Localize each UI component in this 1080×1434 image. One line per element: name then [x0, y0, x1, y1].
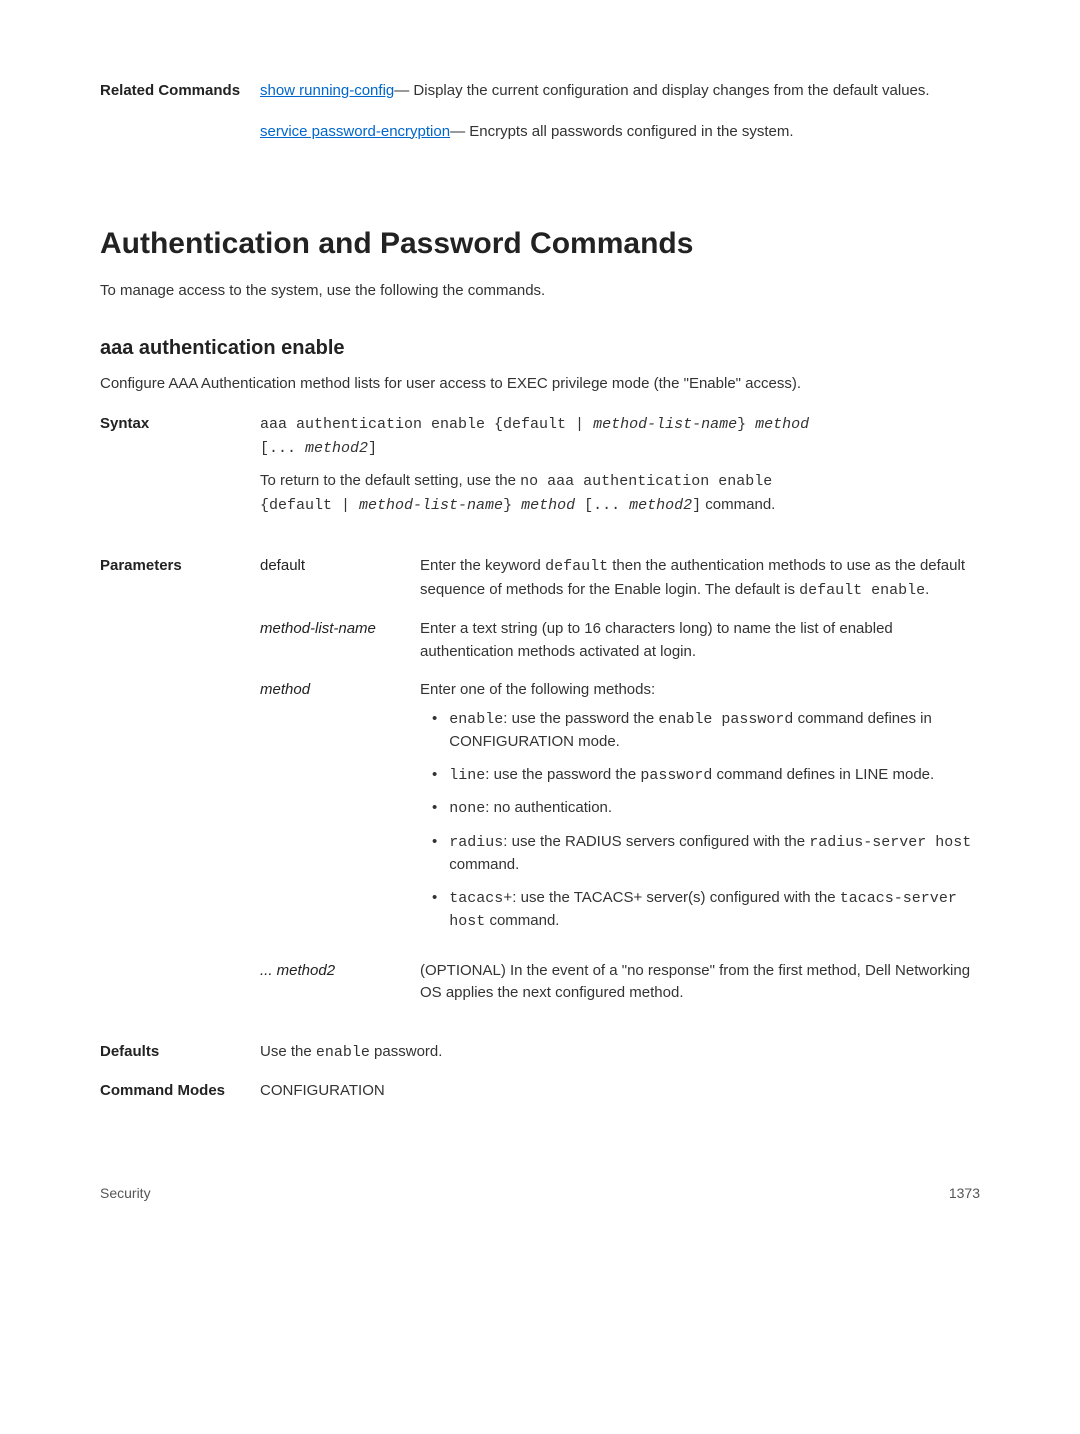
defaults-text: password. [370, 1043, 443, 1060]
syntax-return-text: To return to the default setting, use th… [260, 472, 520, 489]
section-title: Authentication and Password Commands [100, 221, 980, 266]
related-row-2: service password-encryption— Encrypts al… [260, 121, 980, 144]
syntax-command: aaa authentication enable {default | met… [260, 413, 980, 460]
related-row-2-text: — Encrypts all passwords configured in t… [450, 123, 793, 140]
related-commands-desc: show running-config— Display the current… [260, 80, 980, 161]
bullet-dot-icon: • [432, 831, 437, 877]
syntax-return-part: {default | [260, 497, 359, 514]
bullet-tacacs: • tacacs+: use the TACACS+ server(s) con… [420, 887, 980, 934]
param-default-code: default [545, 558, 608, 575]
syntax-return-part: command. [701, 496, 775, 513]
syntax-part: method [755, 416, 809, 433]
section-intro: To manage access to the system, use the … [100, 280, 980, 303]
bullet-code: password [640, 767, 712, 784]
show-running-config-link[interactable]: show running-config [260, 82, 394, 99]
bullet-code: none [449, 800, 485, 817]
bullet-plain: command. [449, 856, 519, 873]
param-desc-method: Enter one of the following methods: • en… [420, 679, 980, 944]
bullet-code: radius-server host [809, 834, 971, 851]
bullet-plain: command. [485, 912, 559, 929]
bullet-dot-icon: • [432, 708, 437, 754]
param-row-method2: ... method2 (OPTIONAL) In the event of a… [260, 960, 980, 1005]
param-row-method: method Enter one of the following method… [260, 679, 980, 944]
param-name-method2: ... method2 [260, 960, 420, 1005]
service-password-encryption-link[interactable]: service password-encryption [260, 123, 450, 140]
param-name-default: default [260, 555, 420, 602]
syntax-part: } [737, 416, 755, 433]
syntax-part: aaa authentication enable {default | [260, 416, 593, 433]
syntax-return: To return to the default setting, use th… [260, 470, 980, 517]
method-intro: Enter one of the following methods: [420, 681, 655, 698]
param-desc-mlname: Enter a text string (up to 16 characters… [420, 618, 980, 663]
bullet-text: tacacs+: use the TACACS+ server(s) confi… [449, 887, 980, 934]
bullet-dot-icon: • [432, 887, 437, 934]
bullet-plain: : use the TACACS+ server(s) configured w… [512, 889, 840, 906]
syntax-return-part: [... [575, 497, 629, 514]
defaults-label: Defaults [100, 1041, 260, 1065]
syntax-content: aaa authentication enable {default | met… [260, 413, 980, 527]
command-modes-label: Command Modes [100, 1080, 260, 1103]
bullet-line: • line: use the password the password co… [420, 764, 980, 788]
subsection-title: aaa authentication enable [100, 333, 980, 363]
command-modes-value: CONFIGURATION [260, 1080, 980, 1103]
bullet-code: radius [449, 834, 503, 851]
related-row-1-text: — Display the current configuration and … [394, 82, 929, 99]
bullet-radius: • radius: use the RADIUS servers configu… [420, 831, 980, 877]
bullet-plain: : no authentication. [485, 799, 612, 816]
subsection-intro: Configure AAA Authentication method list… [100, 373, 980, 396]
bullet-text: enable: use the password the enable pass… [449, 708, 980, 754]
bullet-code: line [449, 767, 485, 784]
param-name-mlname: method-list-name [260, 618, 420, 663]
bullet-plain: : use the password the [503, 710, 658, 727]
related-commands-block: Related Commands show running-config— Di… [100, 80, 980, 161]
syntax-return-part: method-list-name [359, 497, 503, 514]
syntax-return-code: no aaa authentication enable [520, 473, 772, 490]
param-default-text: . [925, 581, 929, 598]
bullet-code: enable password [658, 711, 793, 728]
bullet-dot-icon: • [432, 797, 437, 821]
param-desc-default: Enter the keyword default then the authe… [420, 555, 980, 602]
bullet-code: enable [449, 711, 503, 728]
method-bullet-list: • enable: use the password the enable pa… [420, 708, 980, 934]
bullet-text: radius: use the RADIUS servers configure… [449, 831, 980, 877]
related-commands-label: Related Commands [100, 80, 260, 161]
defaults-code: enable [316, 1044, 370, 1061]
bullet-enable: • enable: use the password the enable pa… [420, 708, 980, 754]
syntax-return-part: method [521, 497, 575, 514]
syntax-return-part: } [503, 497, 521, 514]
bullet-text: line: use the password the password comm… [449, 764, 980, 788]
defaults-value: Use the enable password. [260, 1041, 980, 1065]
param-default-text: Enter the keyword [420, 557, 545, 574]
syntax-return-part: ] [692, 497, 701, 514]
parameters-table: default Enter the keyword default then t… [260, 555, 980, 1021]
page-footer: Security 1373 [100, 1183, 980, 1204]
syntax-part: method2 [305, 440, 368, 457]
footer-section: Security [100, 1183, 151, 1204]
syntax-part: [... [260, 440, 305, 457]
related-row-1: show running-config— Display the current… [260, 80, 980, 103]
defaults-block: Defaults Use the enable password. [100, 1041, 980, 1065]
syntax-block: Syntax aaa authentication enable {defaul… [100, 413, 980, 527]
bullet-plain: : use the password the [485, 766, 640, 783]
defaults-text: Use the [260, 1043, 316, 1060]
param-name-method: method [260, 679, 420, 944]
param-desc-method2: (OPTIONAL) In the event of a "no respons… [420, 960, 980, 1005]
param-row-mlname: method-list-name Enter a text string (up… [260, 618, 980, 663]
bullet-text: none: no authentication. [449, 797, 980, 821]
syntax-part: method-list-name [593, 416, 737, 433]
command-modes-block: Command Modes CONFIGURATION [100, 1080, 980, 1103]
bullet-plain: command defines in LINE mode. [712, 766, 934, 783]
bullet-plain: : use the RADIUS servers configured with… [503, 833, 809, 850]
param-default-code: default enable [799, 582, 925, 599]
bullet-dot-icon: • [432, 764, 437, 788]
parameters-block: Parameters default Enter the keyword def… [100, 555, 980, 1021]
bullet-none: • none: no authentication. [420, 797, 980, 821]
syntax-return-part: method2 [629, 497, 692, 514]
bullet-code: tacacs+ [449, 890, 512, 907]
footer-page-number: 1373 [949, 1183, 980, 1204]
parameters-label: Parameters [100, 555, 260, 1021]
syntax-label: Syntax [100, 413, 260, 527]
syntax-part: ] [368, 440, 377, 457]
param-row-default: default Enter the keyword default then t… [260, 555, 980, 602]
